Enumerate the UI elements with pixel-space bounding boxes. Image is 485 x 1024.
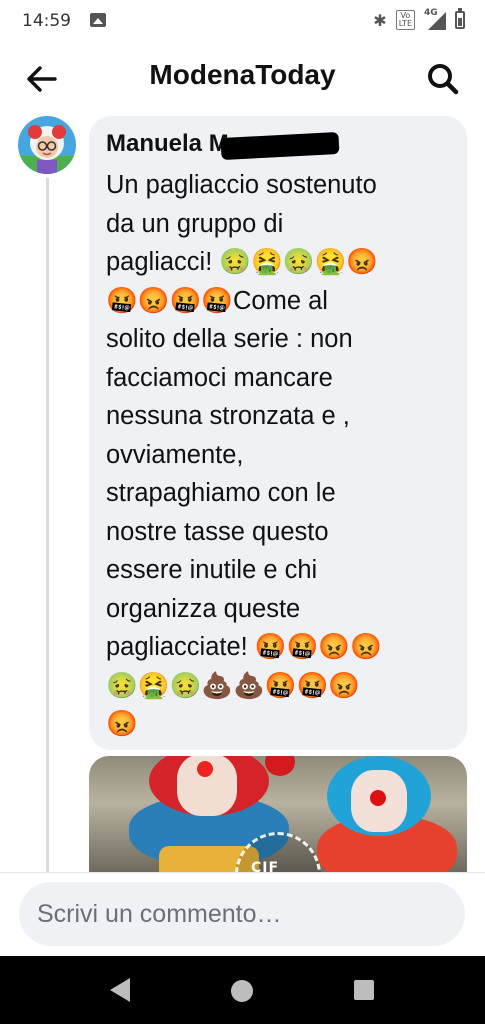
status-time: 14:59 <box>22 11 71 31</box>
attached-photo[interactable]: CIF <box>89 756 467 872</box>
photo-overlay-text: CIF <box>251 860 280 872</box>
page-title: ModenaToday <box>149 59 336 90</box>
volte-icon: Vo LTE <box>395 10 415 30</box>
comment-bubble[interactable]: Manuela M Un pagliaccio sostenuto da un … <box>89 116 467 750</box>
app-bar: ModenaToday <box>0 44 485 112</box>
photo-detail <box>265 756 295 776</box>
search-icon <box>428 64 459 95</box>
redaction-mark <box>220 131 340 161</box>
nav-back-icon[interactable] <box>110 978 130 1002</box>
nav-home-icon[interactable] <box>231 980 253 1002</box>
nav-recents-icon[interactable] <box>354 980 374 1000</box>
photo-detail <box>197 761 213 777</box>
thread-line <box>46 178 49 872</box>
battery-icon <box>455 8 465 29</box>
gallery-icon <box>90 13 106 27</box>
search-button[interactable] <box>425 61 461 97</box>
status-icons: ✱ Vo LTE 4G <box>373 8 465 30</box>
bluetooth-icon: ✱ <box>373 10 387 30</box>
system-nav-bar <box>0 956 485 1024</box>
comment-author[interactable]: Manuela M <box>106 130 229 158</box>
signal-bars <box>428 12 446 30</box>
avatar-image <box>18 116 76 174</box>
comment-text: Un pagliaccio sostenuto da un gruppo di … <box>106 171 382 738</box>
comment-composer-bar <box>0 872 485 957</box>
comment-input[interactable] <box>19 882 465 946</box>
avatar[interactable] <box>18 116 76 174</box>
signal-icon: 4G <box>424 8 446 30</box>
photo-detail <box>370 790 386 806</box>
status-bar: 14:59 ✱ Vo LTE 4G <box>0 0 485 44</box>
